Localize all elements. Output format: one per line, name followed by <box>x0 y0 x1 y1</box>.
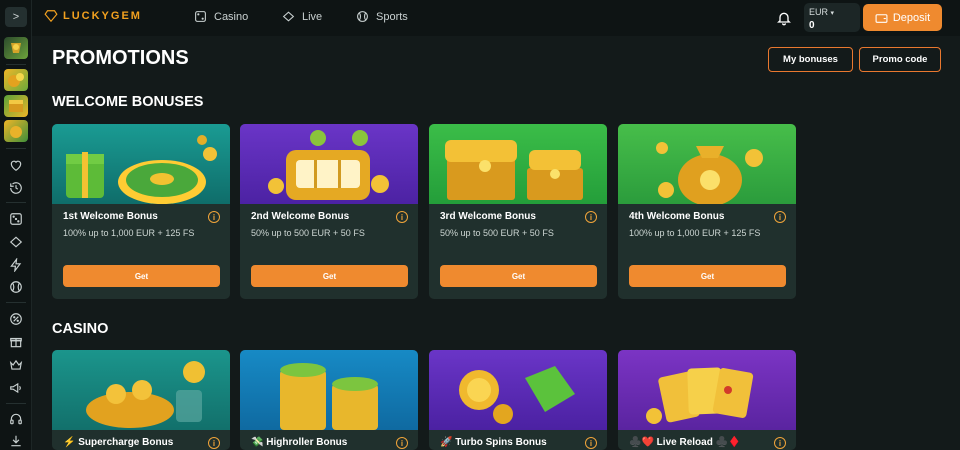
promo-banner-image <box>618 124 796 206</box>
info-icon[interactable]: i <box>396 437 408 449</box>
logo-text: LUCKYGEM <box>63 10 142 22</box>
card-title: 1st Welcome Bonus <box>63 211 158 222</box>
page-title: PROMOTIONS <box>52 47 189 69</box>
nav-label: Live <box>302 10 323 23</box>
ball-icon <box>357 11 368 22</box>
balance-value: 0 <box>809 20 815 31</box>
card-title: 3rd Welcome Bonus <box>440 211 536 222</box>
info-icon[interactable]: i <box>396 211 408 223</box>
sidebar-game-thumb[interactable] <box>4 37 28 59</box>
promo-banner-image <box>240 350 418 430</box>
crown-icon[interactable] <box>8 357 24 373</box>
promo-card[interactable]: ♣️❤️ Live Reload ♣️♦️ i <box>618 350 796 450</box>
promo-banner-image <box>240 124 418 204</box>
promo-card[interactable]: 3rd Welcome Bonus i 50% up to 500 EUR + … <box>429 124 607 299</box>
dice-icon <box>195 11 206 22</box>
sidebar-promo-thumb[interactable] <box>4 95 28 117</box>
megaphone-icon[interactable] <box>8 380 24 396</box>
get-button[interactable]: Get <box>440 265 597 287</box>
currency-code: EUR <box>809 7 829 17</box>
section-title-casino: CASINO <box>52 321 109 337</box>
lightning-icon[interactable] <box>8 257 24 273</box>
card-subtitle: 100% up to 1,000 EUR + 125 FS <box>629 228 761 238</box>
nav-casino[interactable]: Casino <box>194 10 248 23</box>
promo-card[interactable]: 2nd Welcome Bonus i 50% up to 500 EUR + … <box>240 124 418 299</box>
deposit-button[interactable]: Deposit <box>863 4 942 31</box>
wallet-icon <box>875 13 888 23</box>
nav-label: Sports <box>376 10 408 23</box>
gem-icon <box>44 10 58 23</box>
card-title: ♣️❤️ Live Reload ♣️♦️ <box>629 437 741 448</box>
my-bonuses-button[interactable]: My bonuses <box>768 47 853 72</box>
promo-banner-image <box>52 350 230 430</box>
promo-code-button[interactable]: Promo code <box>859 47 941 72</box>
sidebar-toggle-button[interactable]: > <box>5 7 27 27</box>
info-icon[interactable]: i <box>585 211 597 223</box>
dice-icon[interactable] <box>8 211 24 227</box>
heart-icon[interactable] <box>8 157 24 173</box>
promo-card[interactable]: 🚀 Turbo Spins Bonus i <box>429 350 607 450</box>
promo-banner-image <box>429 350 607 430</box>
info-icon[interactable]: i <box>208 437 220 449</box>
promo-banner-image <box>52 124 230 204</box>
card-subtitle: 100% up to 1,000 EUR + 125 FS <box>63 228 195 238</box>
gift-icon[interactable] <box>8 334 24 350</box>
card-title: 2nd Welcome Bonus <box>251 211 350 222</box>
promo-card[interactable]: 4th Welcome Bonus i 100% up to 1,000 EUR… <box>618 124 796 299</box>
deposit-label: Deposit <box>892 11 931 24</box>
nav-live[interactable]: Live <box>282 10 322 23</box>
diamond-icon[interactable] <box>8 234 24 250</box>
get-button[interactable]: Get <box>63 265 220 287</box>
main-content: PROMOTIONS My bonuses Promo code WELCOME… <box>32 36 960 450</box>
currency-selector[interactable]: EUR ▾ 0 <box>804 3 860 32</box>
card-subtitle: 50% up to 500 EUR + 50 FS <box>251 228 365 238</box>
card-title: 4th Welcome Bonus <box>629 211 725 222</box>
nav-sports[interactable]: Sports <box>356 10 408 23</box>
download-icon[interactable] <box>8 433 24 449</box>
info-icon[interactable]: i <box>774 211 786 223</box>
logo[interactable]: LUCKYGEM <box>44 9 142 23</box>
top-bar: LUCKYGEM Casino Live Sports EUR ▾ 0 Depo… <box>32 0 960 36</box>
card-subtitle: 50% up to 500 EUR + 50 FS <box>440 228 554 238</box>
promo-card[interactable]: 1st Welcome Bonus i 100% up to 1,000 EUR… <box>52 124 230 299</box>
card-title: ⚡ Supercharge Bonus <box>63 437 174 448</box>
chevron-down-icon: ▾ <box>830 10 835 17</box>
sidebar: > <box>0 0 32 450</box>
section-title-welcome: WELCOME BONUSES <box>52 94 204 110</box>
info-icon[interactable]: i <box>208 211 220 223</box>
promo-banner-image <box>618 350 796 430</box>
get-button[interactable]: Get <box>251 265 408 287</box>
headset-icon[interactable] <box>8 411 24 427</box>
info-icon[interactable]: i <box>585 437 597 449</box>
diamond-icon <box>282 11 295 22</box>
nav-label: Casino <box>214 10 249 23</box>
promo-card[interactable]: 💸 Highroller Bonus i <box>240 350 418 450</box>
promo-card[interactable]: ⚡ Supercharge Bonus i <box>52 350 230 450</box>
sidebar-promo-thumb[interactable] <box>4 69 28 91</box>
get-button[interactable]: Get <box>629 265 786 287</box>
card-title: 💸 Highroller Bonus <box>251 437 348 448</box>
bell-icon[interactable] <box>776 10 792 26</box>
promo-banner-image <box>429 124 607 204</box>
card-title: 🚀 Turbo Spins Bonus <box>440 437 547 448</box>
history-icon[interactable] <box>8 180 24 196</box>
sidebar-promo-thumb[interactable] <box>4 120 28 142</box>
percent-icon[interactable] <box>8 311 24 327</box>
info-icon[interactable]: i <box>774 437 786 449</box>
ball-icon[interactable] <box>8 279 24 295</box>
